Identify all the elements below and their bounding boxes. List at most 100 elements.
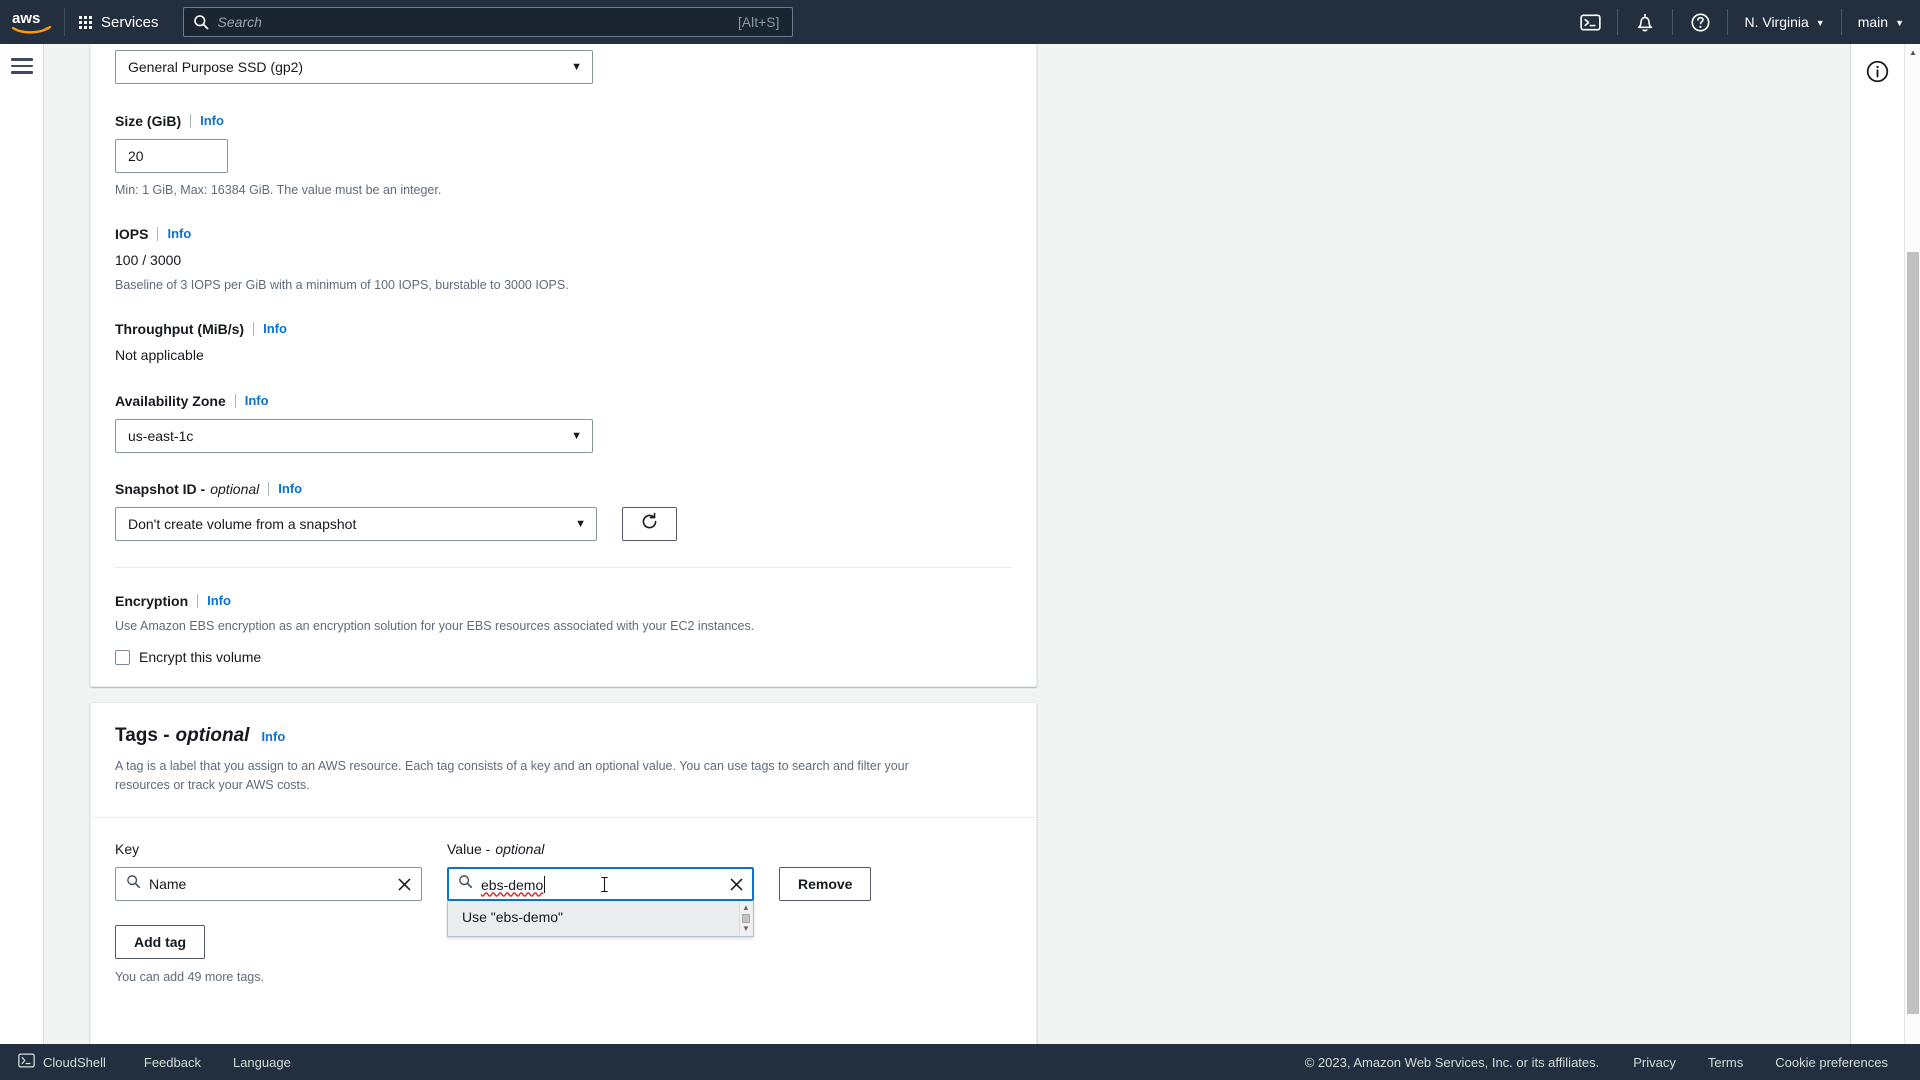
size-input[interactable]: 20 (115, 139, 228, 173)
tag-value-label-row: Value - optional (447, 840, 754, 858)
volume-type-value: General Purpose SSD (gp2) (128, 59, 304, 75)
encryption-help-text: Use Amazon EBS encryption as an encrypti… (115, 619, 755, 633)
tag-value-input[interactable]: ebs-demo (447, 867, 754, 901)
tags-card: Tags - optional Info A tag is a label th… (90, 702, 1037, 1047)
tags-title-row: Tags - optional Info (115, 725, 1012, 747)
cloudshell-icon[interactable] (1563, 0, 1617, 44)
tag-key-label: Key (115, 841, 140, 857)
label-divider (157, 227, 159, 241)
snapshot-label: Snapshot ID - (115, 481, 206, 497)
availability-zone-info-link[interactable]: Info (245, 392, 269, 410)
cloudshell-icon (18, 1053, 35, 1071)
search-shortcut-hint: [Alt+S] (737, 14, 780, 30)
tag-value-optional-label: optional (495, 841, 545, 857)
throughput-label: Throughput (MiB/s) (115, 321, 245, 337)
scroll-up-icon[interactable]: ▲ (1905, 44, 1920, 60)
footer-language-link[interactable]: Language (217, 1055, 307, 1070)
section-divider (115, 567, 1012, 568)
bell-icon[interactable] (1618, 0, 1672, 44)
size-value: 20 (128, 148, 144, 164)
scrollbar-thumb[interactable] (742, 914, 750, 923)
footer-cloudshell-label: CloudShell (43, 1054, 106, 1070)
search-icon (184, 14, 218, 30)
services-menu-button[interactable]: Services (65, 0, 173, 44)
iops-label: IOPS (115, 226, 149, 242)
account-selector[interactable]: main ▼ (1842, 0, 1920, 44)
encrypt-volume-checkbox-row[interactable]: Encrypt this volume (115, 649, 1012, 665)
close-icon[interactable] (397, 877, 412, 892)
availability-zone-select[interactable]: us-east-1c ▼ (115, 419, 593, 453)
hamburger-icon[interactable] (11, 58, 33, 74)
tag-key-input[interactable]: Name (115, 867, 422, 901)
volume-settings-card: General Purpose SSD (gp2) ▼ Size (GiB) I… (90, 44, 1037, 687)
nav-right-group: N. Virginia ▼ main ▼ (1563, 0, 1920, 44)
ibeam-cursor-icon (599, 875, 610, 897)
label-divider (268, 482, 270, 496)
encrypt-volume-checkbox[interactable] (115, 649, 130, 665)
footer-privacy-link[interactable]: Privacy (1617, 1055, 1692, 1070)
tags-info-link[interactable]: Info (261, 729, 285, 744)
chevron-down-icon[interactable]: ▼ (742, 923, 750, 935)
question-circle-icon[interactable] (1673, 0, 1727, 44)
main-content-area: General Purpose SSD (gp2) ▼ Size (GiB) I… (44, 44, 1856, 1080)
tag-value-autocomplete-dropdown[interactable]: Use "ebs-demo" ▲ ▼ (447, 901, 754, 937)
footer-bar: CloudShell Feedback Language © 2023, Ama… (0, 1044, 1920, 1080)
throughput-info-link[interactable]: Info (263, 320, 287, 338)
chevron-down-icon: ▼ (1815, 17, 1825, 28)
encryption-info-link[interactable]: Info (207, 592, 231, 610)
footer-cookie-preferences-link[interactable]: Cookie preferences (1759, 1055, 1904, 1070)
snapshot-value: Don't create volume from a snapshot (128, 516, 357, 532)
tag-value-text-wrap: ebs-demo (481, 875, 721, 893)
snapshot-label-row: Snapshot ID - optional Info (115, 480, 1012, 498)
search-icon (458, 874, 473, 894)
chevron-down-icon: ▼ (575, 518, 586, 530)
close-icon[interactable] (729, 877, 744, 892)
tag-row: Key Name Value - optional ebs-demo Use "… (115, 840, 1012, 937)
footer-right-group: © 2023, Amazon Web Services, Inc. or its… (1305, 1055, 1920, 1070)
encryption-label-row: Encryption Info (115, 592, 1012, 610)
dropdown-scrollbar[interactable]: ▲ ▼ (739, 902, 752, 935)
region-selector[interactable]: N. Virginia ▼ (1728, 0, 1840, 44)
chevron-down-icon: ▼ (1895, 17, 1904, 28)
svg-text:aws: aws (12, 10, 40, 27)
iops-value: 100 / 3000 (115, 252, 182, 268)
iops-help-text: Baseline of 3 IOPS per GiB with a minimu… (115, 278, 569, 292)
chevron-down-icon: ▼ (571, 430, 582, 442)
tag-key-value: Name (149, 876, 187, 892)
refresh-snapshots-button[interactable] (622, 507, 677, 541)
autocomplete-option[interactable]: Use "ebs-demo" (448, 901, 753, 934)
top-navigation-bar: aws Services Search [Alt+S] N. Virginia … (0, 0, 1920, 44)
global-search-box[interactable]: Search [Alt+S] (182, 7, 793, 37)
footer-cloudshell-button[interactable]: CloudShell (18, 1053, 128, 1071)
footer-left-group: CloudShell Feedback Language (0, 1053, 307, 1071)
tag-value-text: ebs-demo (481, 876, 544, 893)
size-label-row: Size (GiB) Info (115, 112, 1012, 130)
size-info-link[interactable]: Info (200, 112, 224, 130)
info-circle-icon[interactable] (1865, 59, 1890, 84)
tags-remaining-text: You can add 49 more tags. (115, 970, 264, 984)
remove-tag-button[interactable]: Remove (779, 867, 872, 901)
snapshot-select[interactable]: Don't create volume from a snapshot ▼ (115, 507, 597, 541)
encrypt-volume-label: Encrypt this volume (139, 649, 262, 665)
aws-logo[interactable]: aws (0, 8, 64, 36)
throughput-value: Not applicable (115, 347, 204, 363)
tags-description: A tag is a label that you assign to an A… (115, 759, 909, 792)
footer-terms-link[interactable]: Terms (1692, 1055, 1759, 1070)
snapshot-optional-label: optional (210, 481, 260, 497)
footer-feedback-link[interactable]: Feedback (128, 1055, 217, 1070)
snapshot-info-link[interactable]: Info (278, 480, 302, 498)
scrollbar-thumb[interactable] (1907, 252, 1919, 1014)
add-tag-button[interactable]: Add tag (115, 925, 206, 959)
tag-value-label: Value - (447, 841, 491, 857)
chevron-up-icon[interactable]: ▲ (742, 902, 750, 914)
services-label: Services (101, 13, 159, 31)
throughput-label-row: Throughput (MiB/s) Info (115, 320, 1012, 338)
page-scrollbar[interactable]: ▲ ▼ (1904, 44, 1920, 1080)
text-caret (544, 875, 546, 893)
iops-info-link[interactable]: Info (167, 225, 191, 243)
search-input[interactable]: Search (218, 14, 738, 30)
volume-type-select[interactable]: General Purpose SSD (gp2) ▼ (115, 50, 593, 84)
iops-label-row: IOPS Info (115, 225, 1012, 243)
region-label: N. Virginia (1744, 14, 1809, 30)
size-label: Size (GiB) (115, 113, 182, 129)
